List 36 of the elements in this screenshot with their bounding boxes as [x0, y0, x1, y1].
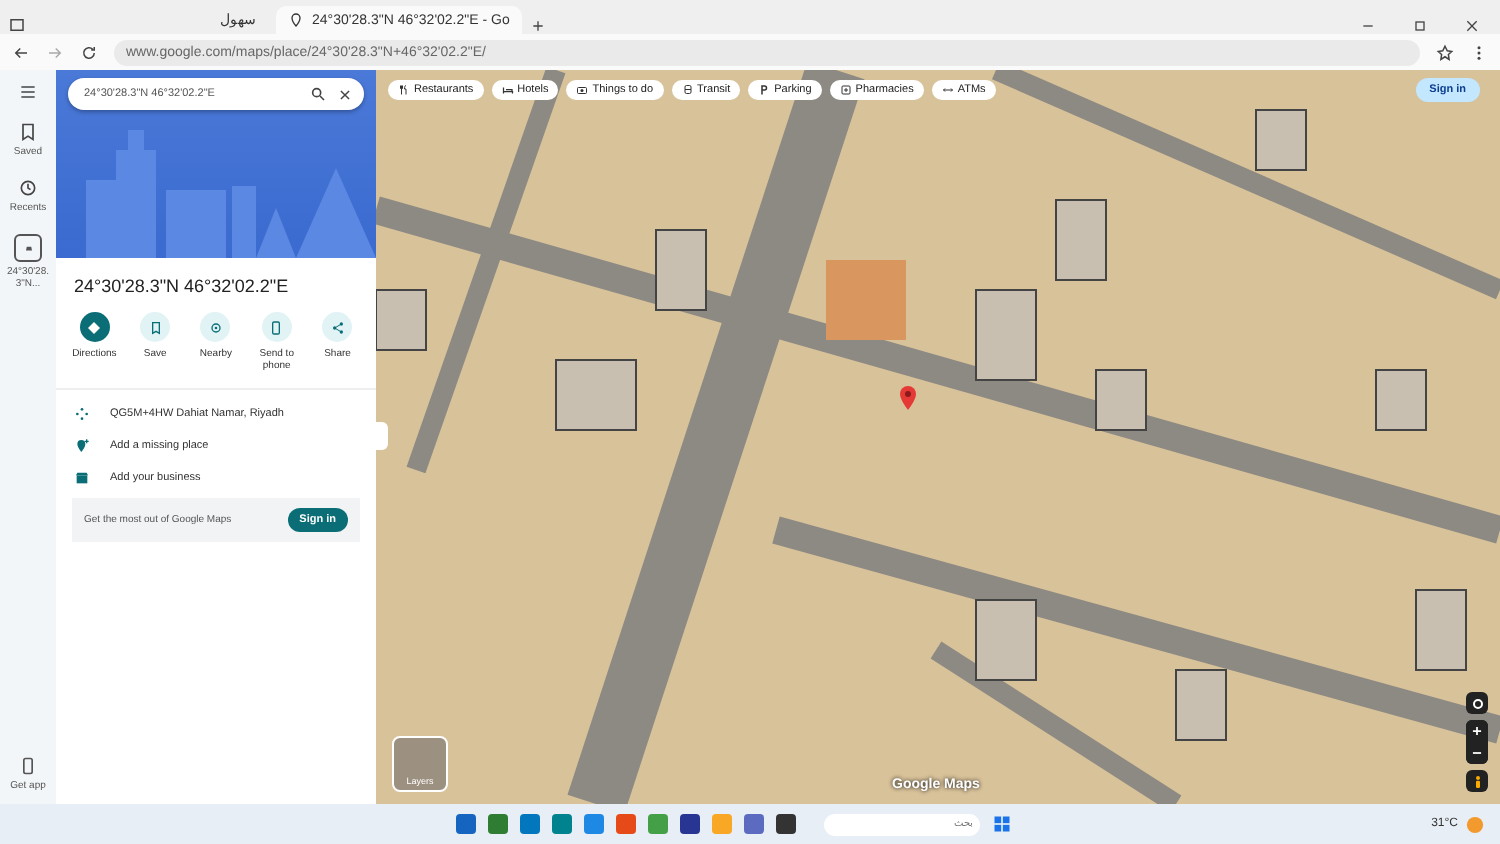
- camera-icon: [576, 84, 589, 96]
- add-pin-icon: [74, 438, 90, 454]
- bookmark-icon: [147, 319, 164, 335]
- close-icon[interactable]: [338, 87, 352, 101]
- bookmark-icon: [18, 122, 38, 142]
- new-tab-icon[interactable]: [529, 18, 546, 34]
- sun-icon: [1466, 815, 1484, 833]
- diamond-icon: [86, 319, 103, 335]
- phone-icon: [17, 756, 38, 776]
- search-icon[interactable]: [310, 86, 326, 102]
- maximize-icon[interactable]: [1412, 18, 1428, 34]
- location-pin-icon[interactable]: [900, 386, 916, 410]
- share-icon: [329, 319, 346, 335]
- start-icon[interactable]: [992, 814, 1012, 834]
- shop-icon: [74, 470, 90, 486]
- dots-icon: [74, 406, 90, 422]
- target-icon: [207, 319, 224, 335]
- place-title: 24°30'28.3"N 46°32'02.2"E: [74, 276, 291, 296]
- menu-icon[interactable]: [18, 82, 38, 102]
- star-icon[interactable]: [1436, 43, 1454, 61]
- phone-icon: [268, 319, 285, 335]
- tab-list-icon[interactable]: [8, 16, 26, 34]
- parking-icon: [758, 84, 771, 96]
- history-icon: [18, 178, 38, 198]
- my-location-button[interactable]: [1466, 692, 1488, 714]
- close-icon[interactable]: [1464, 18, 1480, 34]
- street-view-button[interactable]: [1466, 770, 1488, 792]
- bed-icon: [501, 84, 514, 96]
- back-icon[interactable]: [12, 43, 30, 61]
- minus-icon: [1470, 746, 1484, 760]
- reload-icon[interactable]: [80, 43, 98, 61]
- plus-icon: [1470, 724, 1484, 738]
- target-icon: [1469, 695, 1485, 711]
- cutlery-icon: [398, 84, 410, 96]
- pin-icon: [288, 12, 304, 28]
- cash-icon: [941, 84, 954, 96]
